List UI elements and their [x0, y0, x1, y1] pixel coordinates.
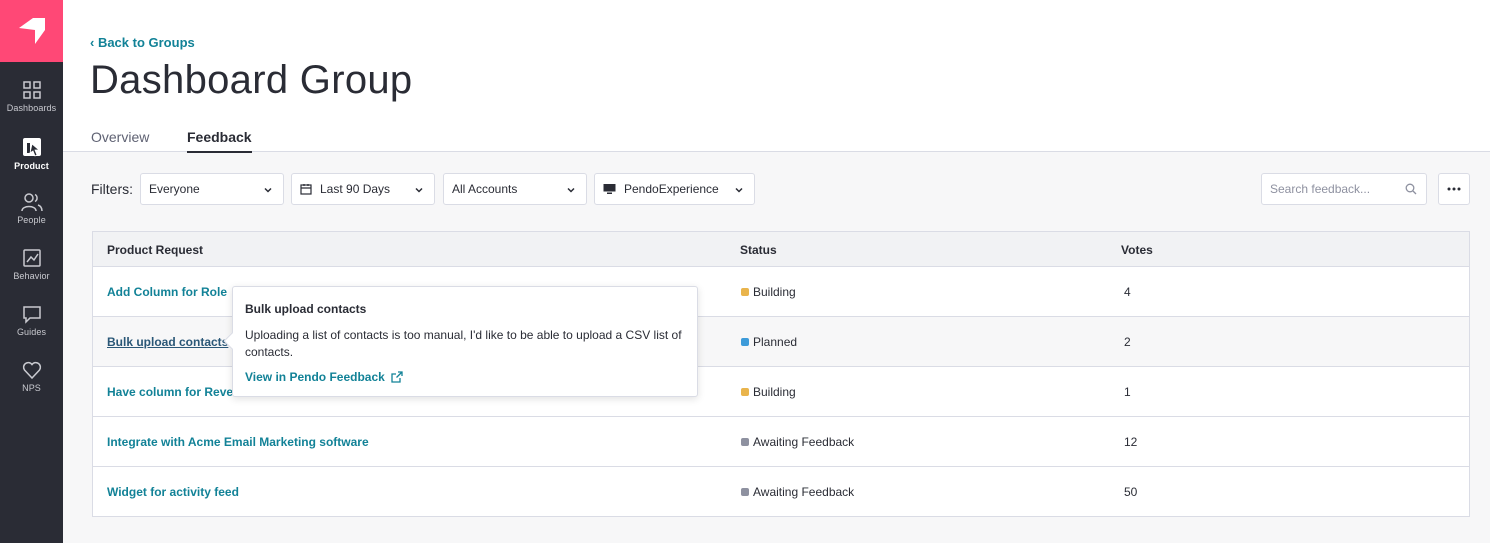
- tooltip-title: Bulk upload contacts: [245, 302, 367, 316]
- chevron-down-icon: [567, 187, 575, 193]
- request-title-link[interactable]: Widget for activity feed: [107, 485, 239, 499]
- search-input[interactable]: [1262, 174, 1392, 204]
- segment-dropdown[interactable]: Everyone: [140, 173, 284, 205]
- sidebar-item-label: Behavior: [13, 271, 50, 281]
- pendo-logo-icon: [18, 18, 45, 44]
- status-dot: [741, 488, 749, 496]
- accounts-value: All Accounts: [452, 182, 518, 196]
- chevron-down-icon: [264, 187, 272, 193]
- date-range-dropdown[interactable]: Last 90 Days: [291, 173, 435, 205]
- heart-icon: [22, 361, 41, 380]
- column-header-votes[interactable]: Votes: [1121, 243, 1153, 257]
- status-cell: Planned: [741, 335, 797, 349]
- back-to-groups-link[interactable]: ‹ Back to Groups: [90, 35, 195, 50]
- sidebar-item-label: Product: [14, 161, 49, 171]
- chevron-down-icon: [415, 187, 423, 193]
- grid-icon: [22, 81, 41, 99]
- external-link-icon: [391, 371, 403, 383]
- table-row[interactable]: Integrate with Acme Email Marketing soft…: [93, 417, 1469, 467]
- product-icon: [22, 138, 41, 157]
- more-options-button[interactable]: [1438, 173, 1470, 205]
- tooltip-link-label: View in Pendo Feedback: [245, 370, 385, 384]
- status-cell: Awaiting Feedback: [741, 435, 854, 449]
- sidebar-item-product[interactable]: Product: [0, 136, 63, 190]
- sidebar-item-label: People: [17, 215, 46, 225]
- chat-icon: [22, 306, 41, 324]
- page-header: ‹ Back to Groups Dashboard Group Overvie…: [63, 0, 1490, 153]
- search-icon[interactable]: [1405, 183, 1417, 195]
- votes-cell: 4: [1124, 285, 1131, 299]
- app-dropdown[interactable]: PendoExperience: [594, 173, 755, 205]
- more-horizontal-icon: [1447, 187, 1461, 191]
- request-title-link[interactable]: Integrate with Acme Email Marketing soft…: [107, 435, 369, 449]
- status-cell: Building: [741, 385, 796, 399]
- column-header-product-request[interactable]: Product Request: [107, 243, 203, 257]
- status-dot: [741, 338, 749, 346]
- status-label: Awaiting Feedback: [753, 435, 855, 449]
- calendar-icon: [300, 184, 312, 195]
- status-label: Planned: [753, 335, 798, 349]
- sidebar-item-label: Dashboards: [6, 103, 57, 113]
- votes-cell: 2: [1124, 335, 1131, 349]
- tooltip-description: Uploading a list of contacts is too manu…: [245, 328, 682, 359]
- sidebar-item-dashboards[interactable]: Dashboards: [0, 80, 63, 134]
- sidebar-item-people[interactable]: People: [0, 192, 63, 246]
- date-range-value: Last 90 Days: [320, 182, 391, 196]
- people-icon: [20, 193, 43, 212]
- search-box: [1261, 173, 1427, 205]
- accounts-dropdown[interactable]: All Accounts: [443, 173, 587, 205]
- status-label: Awaiting Feedback: [753, 485, 855, 499]
- request-title-link[interactable]: Add Column for Role: [107, 285, 227, 299]
- sidebar-item-guides[interactable]: Guides: [0, 304, 63, 358]
- feedback-tooltip: Bulk upload contacts Uploading a list of…: [223, 286, 698, 397]
- request-title-link[interactable]: Have column for Reven: [107, 385, 240, 399]
- sidebar-item-label: NPS: [22, 383, 41, 393]
- status-dot: [741, 288, 749, 296]
- table-row[interactable]: Widget for activity feed Awaiting Feedba…: [93, 467, 1469, 517]
- page-title: Dashboard Group: [90, 58, 413, 102]
- segment-value: Everyone: [149, 182, 200, 196]
- chevron-down-icon: [735, 187, 743, 193]
- monitor-icon: [603, 184, 616, 194]
- app-value: PendoExperience: [624, 182, 719, 196]
- filters-label: Filters:: [91, 181, 133, 197]
- tab-feedback[interactable]: Feedback: [187, 129, 252, 153]
- tab-overview[interactable]: Overview: [91, 129, 149, 151]
- status-cell: Building: [741, 285, 796, 299]
- table-header: Product Request Status Votes: [93, 232, 1469, 267]
- chart-icon: [22, 249, 41, 267]
- status-cell: Awaiting Feedback: [741, 485, 854, 499]
- status-label: Building: [753, 285, 796, 299]
- sidebar-item-label: Guides: [16, 327, 47, 337]
- pendo-logo[interactable]: [0, 0, 63, 62]
- column-header-status[interactable]: Status: [740, 243, 777, 257]
- view-in-pendo-feedback-link[interactable]: View in Pendo Feedback: [245, 370, 403, 384]
- sidebar: Dashboards Product People Behavior Guide…: [0, 0, 63, 543]
- sidebar-item-nps[interactable]: NPS: [0, 360, 63, 414]
- sidebar-item-behavior[interactable]: Behavior: [0, 248, 63, 302]
- status-label: Building: [753, 385, 796, 399]
- request-title-link[interactable]: Bulk upload contacts: [107, 335, 228, 349]
- votes-cell: 12: [1124, 435, 1138, 449]
- status-dot: [741, 438, 749, 446]
- status-dot: [741, 388, 749, 396]
- votes-cell: 1: [1124, 385, 1131, 399]
- votes-cell: 50: [1124, 485, 1138, 499]
